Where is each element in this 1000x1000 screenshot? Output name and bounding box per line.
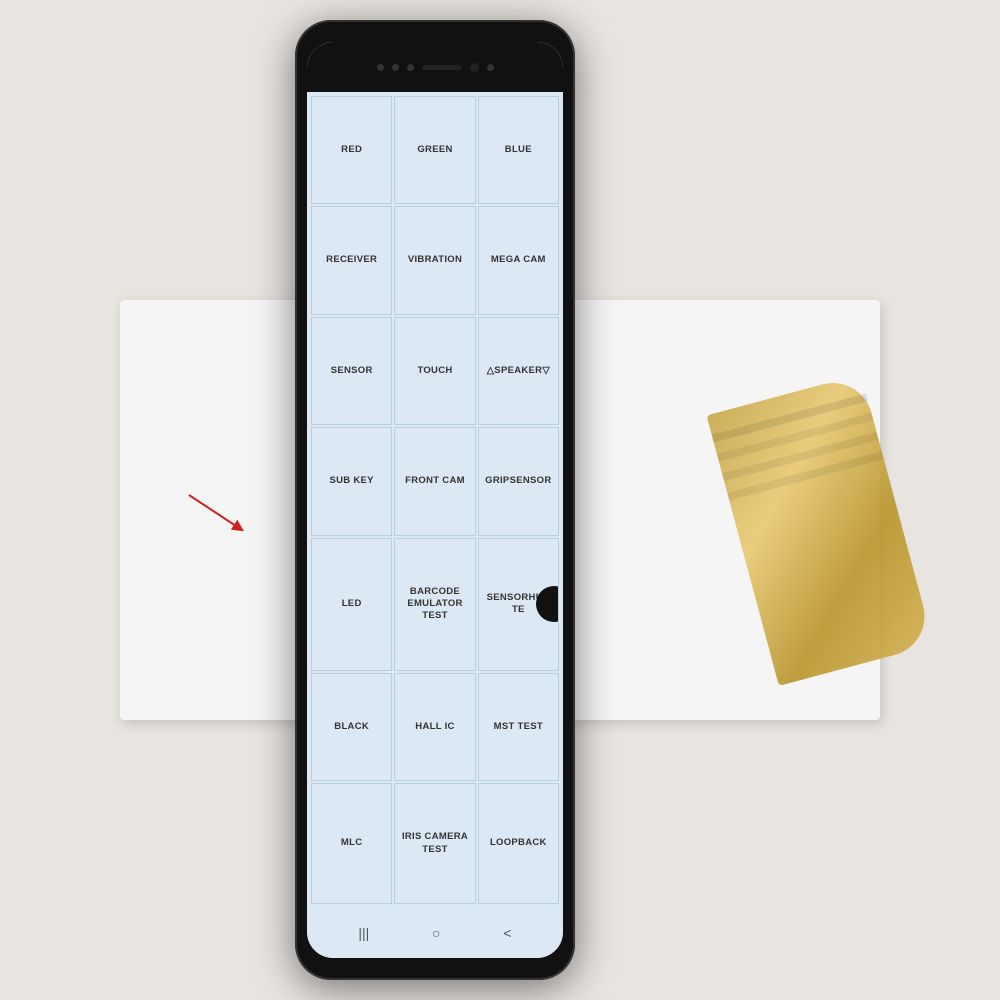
grid-item-speaker[interactable]: △SPEAKER▽ xyxy=(478,317,559,425)
grid-item-loopback[interactable]: LOOPBACK xyxy=(478,783,559,904)
grid-item-sensorhub[interactable]: SENSORHUB TE xyxy=(478,538,559,671)
sensor-dot-1 xyxy=(377,64,384,71)
grid-item-front_cam[interactable]: FRONT CAM xyxy=(394,427,475,535)
grid-item-red[interactable]: RED xyxy=(311,96,392,204)
top-speaker xyxy=(422,65,462,70)
sensor-dot-4 xyxy=(487,64,494,71)
grid-item-green[interactable]: GREEN xyxy=(394,96,475,204)
grid-item-hall_ic[interactable]: HALL IC xyxy=(394,673,475,781)
sensor-dot-3 xyxy=(407,64,414,71)
black-circle-overlay xyxy=(536,586,559,622)
phone-nav-bar: ||| ○ < xyxy=(307,908,563,958)
grid-item-mega_cam[interactable]: MEGA CAM xyxy=(478,206,559,314)
grid-item-sensor[interactable]: SENSOR xyxy=(311,317,392,425)
phone-screen: REDGREENBLUE RECEIVERVIBRATIONMEGA CAM SEN… xyxy=(307,42,563,958)
grid-item-receiver[interactable]: RECEIVER xyxy=(311,206,392,314)
recent-apps-icon[interactable]: ||| xyxy=(358,925,369,941)
grid-item-vibration[interactable]: VIBRATION xyxy=(394,206,475,314)
grid-item-sub_key[interactable]: SUB KEY xyxy=(311,427,392,535)
grid-item-blue[interactable]: BLUE xyxy=(478,96,559,204)
phone-body: REDGREENBLUE RECEIVERVIBRATIONMEGA CAM SEN… xyxy=(295,20,575,980)
grid-item-led[interactable]: LED xyxy=(311,538,392,671)
back-icon[interactable]: < xyxy=(503,925,511,941)
grid-item-barcode_emulator[interactable]: BARCODE EMULATOR TEST xyxy=(394,538,475,671)
grid-item-touch[interactable]: TOUCH xyxy=(394,317,475,425)
phone-top-bar xyxy=(307,42,563,92)
grid-item-black[interactable]: BLACK xyxy=(311,673,392,781)
home-icon[interactable]: ○ xyxy=(432,925,440,941)
grid-item-mst_test[interactable]: MST TEST xyxy=(478,673,559,781)
test-grid: REDGREENBLUE RECEIVERVIBRATIONMEGA CAM SEN… xyxy=(311,96,559,904)
sensor-dot-2 xyxy=(392,64,399,71)
grid-item-iris_camera[interactable]: IRIS CAMERA TEST xyxy=(394,783,475,904)
grid-content: REDGREENBLUE RECEIVERVIBRATIONMEGA CAM SEN… xyxy=(307,92,563,908)
scene: REDGREENBLUE RECEIVERVIBRATIONMEGA CAM SEN… xyxy=(0,0,1000,1000)
grid-item-gripsensor[interactable]: GRIPSENSOR xyxy=(478,427,559,535)
front-camera-dot xyxy=(470,63,479,72)
grid-item-mlc[interactable]: MLC xyxy=(311,783,392,904)
